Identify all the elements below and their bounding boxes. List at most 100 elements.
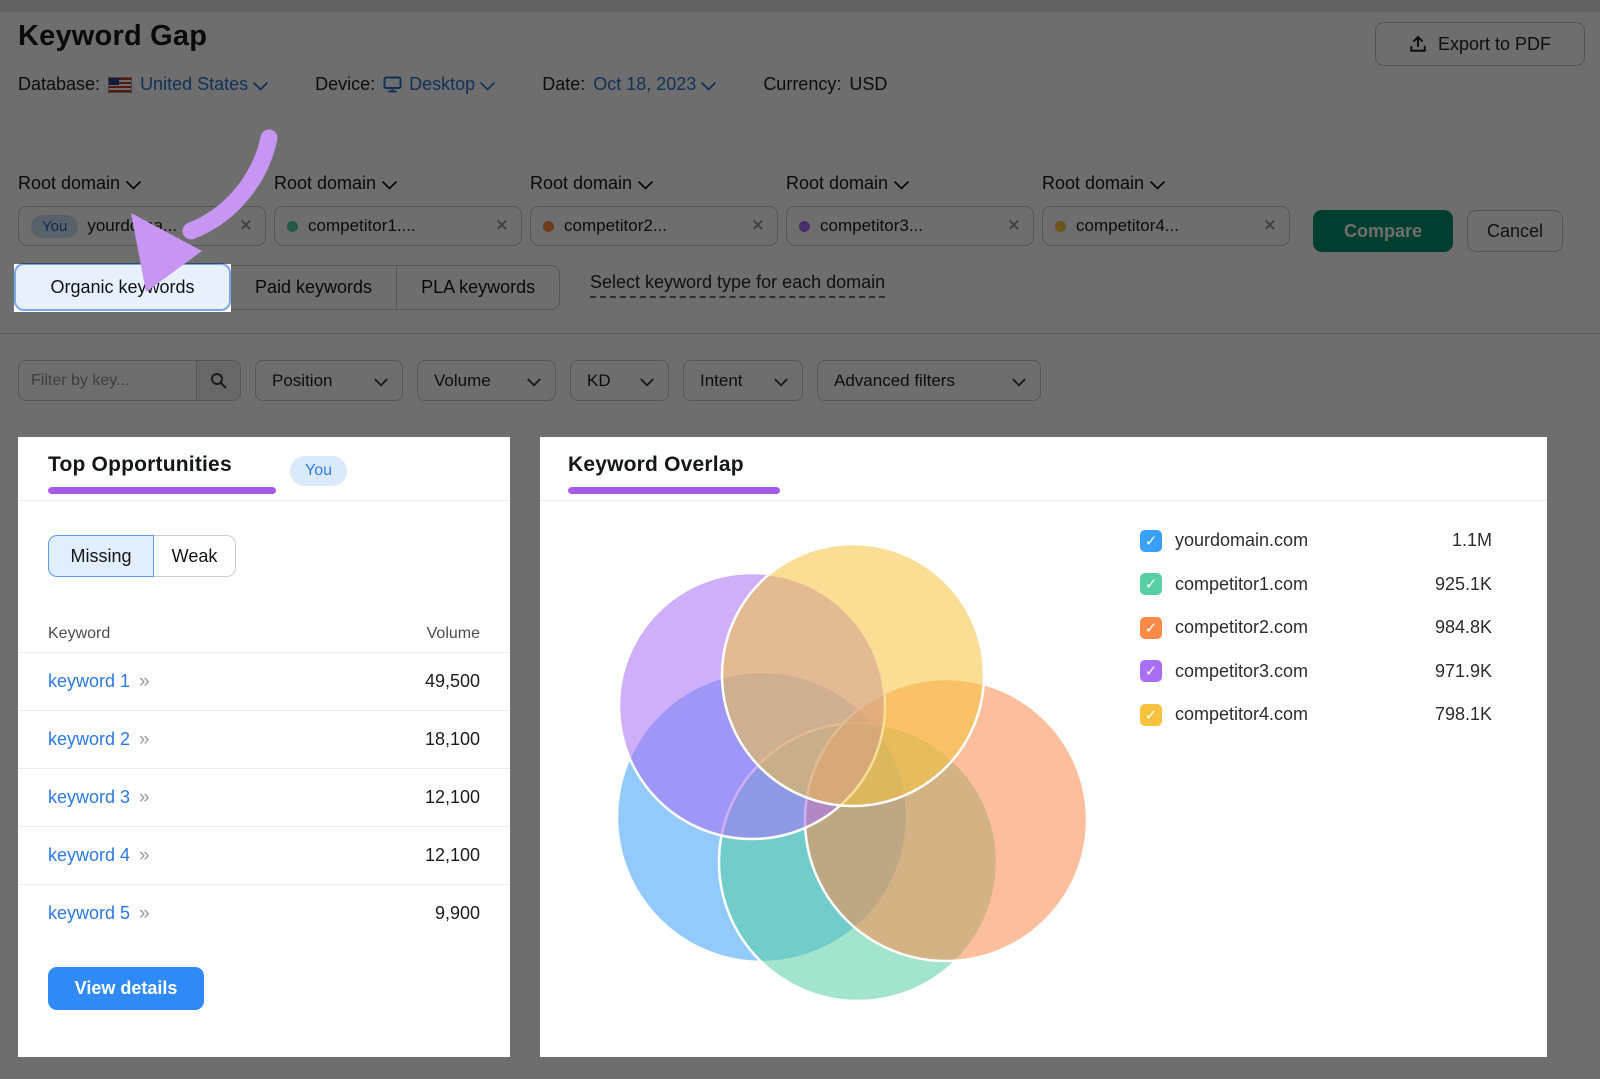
double-chevron-right-icon: » [139, 671, 149, 693]
table-row: keyword 5» 9,900 [18, 884, 510, 942]
annotation-underline [48, 487, 276, 494]
database-selector[interactable]: United States [140, 74, 266, 95]
dim-overlay [18, 1057, 510, 1079]
root-domain-dropdown[interactable]: Root domain [530, 173, 778, 194]
table-row: keyword 4» 12,100 [18, 826, 510, 884]
table-row: keyword 3» 12,100 [18, 768, 510, 826]
close-icon[interactable]: ✕ [239, 216, 253, 236]
chevron-down-icon [894, 174, 910, 190]
tab-paid-keywords[interactable]: Paid keywords [231, 266, 396, 309]
dim-overlay [0, 264, 14, 312]
view-details-button[interactable]: View details [48, 967, 204, 1010]
search-icon [210, 372, 227, 389]
close-icon[interactable]: ✕ [495, 216, 509, 236]
domain-column-competitor2: Root domain competitor2... ✕ [530, 173, 778, 246]
domain-color-dot [799, 221, 810, 232]
double-chevron-right-icon: » [139, 903, 149, 925]
toggle-weak[interactable]: Weak [154, 535, 236, 577]
domain-input-competitor4[interactable]: competitor4... ✕ [1042, 206, 1290, 246]
monitor-icon [383, 76, 402, 93]
dim-overlay [0, 437, 18, 1079]
legend-row: ✓ yourdomain.com 1.1M [1140, 519, 1492, 563]
table-header: Keyword Volume [48, 625, 480, 643]
kd-filter-dropdown[interactable]: KD [570, 360, 669, 401]
checkbox-checked-icon[interactable]: ✓ [1140, 573, 1162, 595]
date-label: Date: [542, 74, 585, 95]
filter-bar: Position Volume KD Intent Advanced filte… [18, 360, 1041, 401]
export-to-pdf-label: Export to PDF [1438, 34, 1551, 55]
domain-color-dot [287, 221, 298, 232]
annotation-underline [568, 487, 780, 494]
tab-organic-keywords[interactable]: Organic keywords [14, 263, 231, 311]
keyword-type-tab-group: Paid keywords PLA keywords [231, 265, 560, 310]
search-button[interactable] [196, 361, 240, 400]
panel-divider [540, 500, 1547, 501]
domain-column-competitor4: Root domain competitor4... ✕ [1042, 173, 1290, 246]
tab-pla-keywords[interactable]: PLA keywords [396, 266, 559, 309]
double-chevron-right-icon: » [139, 729, 149, 751]
domain-color-dot [1055, 221, 1066, 232]
close-icon[interactable]: ✕ [1007, 216, 1021, 236]
keyword-link[interactable]: keyword 3» [48, 787, 149, 809]
chevron-down-icon [701, 75, 717, 91]
keyword-overlap-panel: Keyword Overlap ✓ yourdomain.com 1.1M ✓ … [540, 437, 1547, 1057]
close-icon[interactable]: ✕ [1263, 216, 1277, 236]
date-selector[interactable]: Oct 18, 2023 [593, 74, 714, 95]
domain-input-competitor2[interactable]: competitor2... ✕ [530, 206, 778, 246]
legend-row: ✓ competitor3.com 971.9K [1140, 650, 1492, 694]
checkbox-checked-icon[interactable]: ✓ [1140, 660, 1162, 682]
chevron-down-icon [640, 372, 654, 386]
select-keyword-type-link[interactable]: Select keyword type for each domain [590, 272, 885, 298]
keyword-filter-input[interactable] [19, 361, 196, 400]
column-keyword: Keyword [48, 625, 110, 643]
device-selector[interactable]: Desktop [383, 74, 493, 95]
top-opportunities-panel: Top Opportunities You Missing Weak Keywo… [18, 437, 510, 1057]
root-domain-dropdown[interactable]: Root domain [18, 173, 266, 194]
keyword-link[interactable]: keyword 5» [48, 903, 149, 925]
close-icon[interactable]: ✕ [751, 216, 765, 236]
intent-filter-dropdown[interactable]: Intent [683, 360, 803, 401]
toggle-missing[interactable]: Missing [48, 535, 154, 577]
domain-input-you[interactable]: You yourdoma... ✕ [18, 206, 266, 246]
chevron-down-icon [480, 75, 496, 91]
advanced-filters-dropdown[interactable]: Advanced filters [817, 360, 1041, 401]
keyword-link[interactable]: keyword 4» [48, 845, 149, 867]
venn-legend: ✓ yourdomain.com 1.1M ✓ competitor1.com … [1140, 519, 1492, 737]
checkbox-checked-icon[interactable]: ✓ [1140, 617, 1162, 639]
currency-value: USD [849, 74, 887, 95]
double-chevron-right-icon: » [139, 787, 149, 809]
domain-column-competitor1: Root domain competitor1.... ✕ [274, 173, 522, 246]
dim-overlay [510, 437, 540, 1079]
domain-column-you: Root domain You yourdoma... ✕ [18, 173, 266, 246]
top-opportunities-title: Top Opportunities [48, 453, 232, 477]
volume-filter-dropdown[interactable]: Volume [417, 360, 556, 401]
root-domain-dropdown[interactable]: Root domain [786, 173, 1034, 194]
cancel-button[interactable]: Cancel [1467, 210, 1563, 252]
domain-color-dot [543, 221, 554, 232]
domain-input-competitor1[interactable]: competitor1.... ✕ [274, 206, 522, 246]
domain-column-competitor3: Root domain competitor3... ✕ [786, 173, 1034, 246]
database-setting: Database: United States [18, 74, 266, 95]
section-divider [0, 333, 1600, 334]
report-settings-bar: Database: United States Device: Desktop … [18, 74, 887, 95]
chevron-down-icon [382, 174, 398, 190]
compare-button[interactable]: Compare [1313, 210, 1453, 252]
table-row: keyword 2» 18,100 [18, 710, 510, 768]
keyword-link[interactable]: keyword 2» [48, 729, 149, 751]
legend-row: ✓ competitor2.com 984.8K [1140, 606, 1492, 650]
position-filter-dropdown[interactable]: Position [255, 360, 403, 401]
currency-setting: Currency: USD [763, 74, 887, 95]
keyword-link[interactable]: keyword 1» [48, 671, 149, 693]
domain-input-competitor3[interactable]: competitor3... ✕ [786, 206, 1034, 246]
database-label: Database: [18, 74, 100, 95]
chevron-down-icon [126, 174, 142, 190]
checkbox-checked-icon[interactable]: ✓ [1140, 530, 1162, 552]
chevron-down-icon [1012, 372, 1026, 386]
table-row: keyword 1» 49,500 [18, 652, 510, 710]
us-flag-icon [108, 77, 132, 93]
root-domain-dropdown[interactable]: Root domain [274, 173, 522, 194]
root-domain-dropdown[interactable]: Root domain [1042, 173, 1290, 194]
checkbox-checked-icon[interactable]: ✓ [1140, 704, 1162, 726]
export-to-pdf-button[interactable]: Export to PDF [1375, 22, 1585, 66]
chevron-down-icon [774, 372, 788, 386]
